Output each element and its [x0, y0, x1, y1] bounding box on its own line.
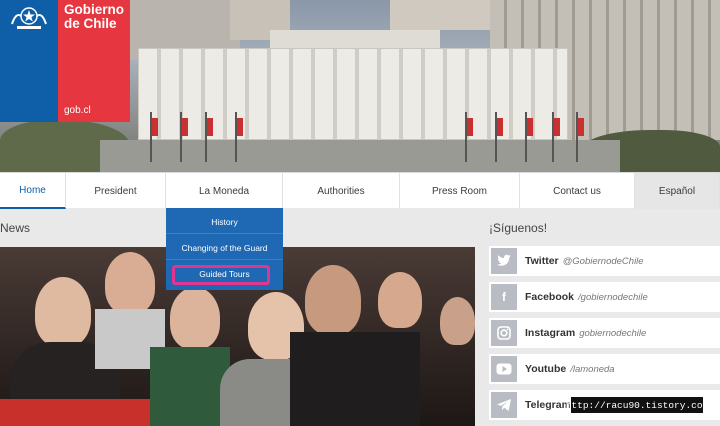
twitter-icon: [491, 248, 517, 274]
instagram-icon: [491, 320, 517, 346]
dropdown-item-history[interactable]: History: [166, 210, 283, 234]
telegram-icon: [491, 392, 517, 418]
nav-contact-us[interactable]: Contact us: [520, 173, 635, 209]
watermark: http://racu90.tistory.com: [566, 397, 708, 413]
social-name: Facebook: [525, 291, 575, 303]
logo-line-2: de Chile: [64, 16, 117, 31]
social-twitter[interactable]: Twitter @GobiernodeChile: [489, 246, 720, 276]
social-facebook[interactable]: f Facebook /gobiernodechile: [489, 282, 720, 312]
nav-home[interactable]: Home: [0, 173, 66, 209]
youtube-icon: [491, 356, 517, 382]
nav-president[interactable]: President: [66, 173, 166, 209]
dropdown-item-changing-of-the-guard[interactable]: Changing of the Guard: [166, 236, 283, 260]
la-moneda-palace: [138, 48, 568, 140]
main-nav: Home President La Moneda Authorities Pre…: [0, 172, 720, 209]
social-name: Youtube: [525, 363, 567, 375]
social-handle: /lamoneda: [570, 363, 615, 375]
follow-us-heading: ¡Síguenos!: [489, 221, 548, 235]
social-instagram[interactable]: Instagram gobiernodechile: [489, 318, 720, 348]
nav-press-room[interactable]: Press Room: [400, 173, 520, 209]
social-name: Twitter: [525, 255, 559, 267]
logo-domain: gob.cl: [64, 105, 91, 116]
social-handle: @GobiernodeChile: [562, 255, 644, 267]
facebook-icon: f: [491, 284, 517, 310]
social-name: Telegram: [525, 399, 571, 411]
news-heading: News: [0, 221, 31, 235]
nav-authorities[interactable]: Authorities: [283, 173, 400, 209]
social-youtube[interactable]: Youtube /lamoneda: [489, 354, 720, 384]
social-name: Instagram: [525, 327, 576, 339]
logo-line-1: Gobierno: [64, 2, 124, 17]
social-handle: gobiernodechile: [579, 327, 647, 339]
coat-of-arms-icon: [11, 7, 47, 29]
social-handle: /gobiernodechile: [578, 291, 648, 303]
gobierno-logo[interactable]: Gobierno de Chile gob.cl: [0, 0, 130, 122]
nav-la-moneda[interactable]: La Moneda: [166, 173, 283, 209]
nav-language-espanol[interactable]: Español: [635, 173, 720, 209]
guided-tours-highlight: [172, 265, 270, 285]
